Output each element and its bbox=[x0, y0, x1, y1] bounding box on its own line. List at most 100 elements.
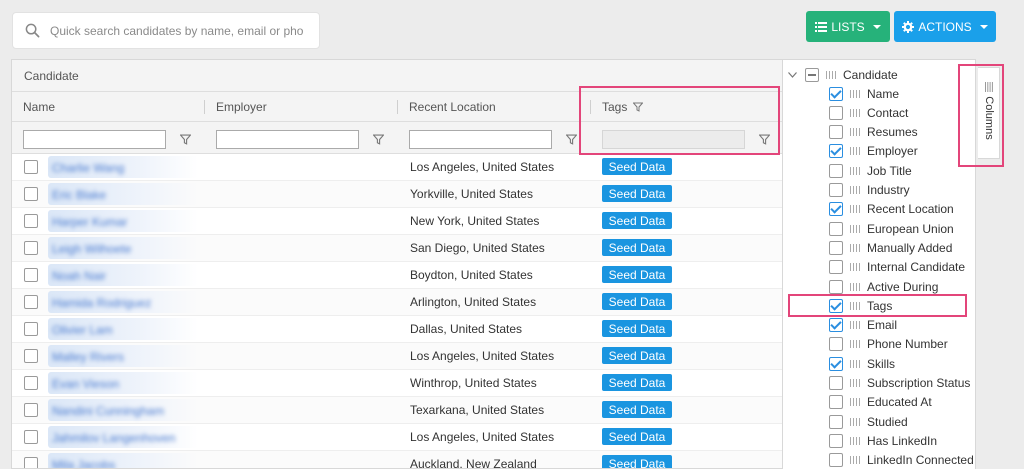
column-header-recent-location[interactable]: Recent Location bbox=[398, 92, 591, 122]
select-all-checkbox[interactable] bbox=[805, 67, 819, 82]
column-header-employer[interactable]: Employer bbox=[205, 92, 398, 122]
filter-icon[interactable] bbox=[566, 134, 577, 145]
candidate-name-link[interactable]: Harper Kumar bbox=[52, 215, 127, 229]
column-header-tags[interactable]: Tags bbox=[591, 92, 782, 122]
column-checkbox[interactable] bbox=[829, 86, 843, 101]
tag-badge[interactable]: Seed Data bbox=[602, 401, 672, 418]
drag-handle-icon[interactable] bbox=[850, 147, 860, 156]
drag-handle-icon[interactable] bbox=[850, 108, 860, 117]
drag-handle-icon[interactable] bbox=[850, 205, 860, 214]
tag-badge[interactable]: Seed Data bbox=[602, 185, 672, 202]
location-filter-input[interactable] bbox=[409, 130, 552, 149]
candidate-name-link[interactable]: Evan Vieson bbox=[52, 377, 119, 391]
row-checkbox[interactable] bbox=[24, 430, 38, 444]
column-checkbox[interactable] bbox=[829, 376, 843, 390]
candidate-name-link[interactable]: Olivier Lam bbox=[52, 323, 113, 337]
column-checkbox[interactable] bbox=[829, 202, 843, 217]
table-row[interactable]: Nandini Cunningham Texarkana, United Stat… bbox=[12, 397, 782, 424]
tag-badge[interactable]: Seed Data bbox=[602, 158, 672, 175]
drag-handle-icon[interactable] bbox=[850, 301, 860, 310]
panel-root-item[interactable]: Candidate bbox=[788, 65, 898, 84]
column-toggle-item[interactable]: Name bbox=[829, 84, 899, 103]
candidate-name-link[interactable]: Mila Jacobs bbox=[52, 458, 115, 468]
row-checkbox[interactable] bbox=[24, 403, 38, 417]
drag-handle-icon[interactable] bbox=[850, 340, 860, 349]
columns-tab[interactable]: Columns bbox=[978, 67, 1000, 159]
candidate-name-link[interactable]: Noah Nair bbox=[52, 269, 106, 283]
table-row[interactable]: Malley Rivers Los Angeles, United States S… bbox=[12, 343, 782, 370]
drag-handle-icon[interactable] bbox=[850, 398, 860, 407]
tag-badge[interactable]: Seed Data bbox=[602, 239, 672, 256]
tag-badge[interactable]: Seed Data bbox=[602, 266, 672, 283]
tags-filter-input[interactable] bbox=[602, 130, 745, 149]
employer-filter-input[interactable] bbox=[216, 130, 359, 149]
table-row[interactable]: Eric Blake Yorkville, United States Seed D… bbox=[12, 181, 782, 208]
column-checkbox[interactable] bbox=[829, 240, 843, 255]
tag-badge[interactable]: Seed Data bbox=[602, 374, 672, 391]
table-row[interactable]: Leigh Wilhoete San Diego, United States Se… bbox=[12, 235, 782, 262]
column-checkbox[interactable] bbox=[829, 105, 843, 120]
column-toggle-item[interactable]: LinkedIn Connected bbox=[829, 451, 974, 469]
column-checkbox[interactable] bbox=[829, 453, 843, 468]
row-checkbox[interactable] bbox=[24, 376, 38, 390]
candidate-name-link[interactable]: Charlie Wang bbox=[52, 161, 124, 175]
tag-badge[interactable]: Seed Data bbox=[602, 320, 672, 337]
drag-handle-icon[interactable] bbox=[850, 282, 860, 291]
table-row[interactable]: Noah Nair Boydton, United States Seed Data bbox=[12, 262, 782, 289]
row-checkbox[interactable] bbox=[24, 187, 38, 201]
drag-handle-icon[interactable] bbox=[850, 379, 860, 387]
column-checkbox[interactable] bbox=[829, 221, 843, 236]
candidate-name-link[interactable]: Jahmilov Langenhoven bbox=[52, 431, 175, 445]
column-checkbox[interactable] bbox=[829, 433, 843, 448]
drag-handle-icon[interactable] bbox=[850, 456, 860, 465]
column-toggle-item[interactable]: Has LinkedIn bbox=[829, 431, 937, 450]
column-checkbox[interactable] bbox=[829, 260, 843, 275]
row-checkbox[interactable] bbox=[24, 349, 38, 363]
column-toggle-item[interactable]: Recent Location bbox=[829, 200, 954, 219]
column-toggle-item[interactable]: Subscription Status bbox=[829, 374, 970, 393]
row-checkbox[interactable] bbox=[24, 160, 38, 174]
tag-badge[interactable]: Seed Data bbox=[602, 293, 672, 310]
tag-badge[interactable]: Seed Data bbox=[602, 347, 672, 364]
drag-handle-icon[interactable] bbox=[850, 224, 860, 233]
candidate-name-link[interactable]: Nandini Cunningham bbox=[52, 404, 164, 418]
column-checkbox[interactable] bbox=[829, 183, 843, 197]
drag-handle-icon[interactable] bbox=[850, 321, 860, 330]
column-toggle-item[interactable]: Educated At bbox=[829, 393, 932, 412]
column-checkbox[interactable] bbox=[829, 163, 843, 178]
search-input[interactable] bbox=[50, 23, 312, 38]
table-row[interactable]: Charlie Wang Los Angeles, United States Se… bbox=[12, 154, 782, 181]
row-checkbox[interactable] bbox=[24, 322, 38, 336]
column-toggle-item[interactable]: Email bbox=[829, 316, 897, 335]
table-row[interactable]: Jahmilov Langenhoven Los Angeles, United … bbox=[12, 424, 782, 451]
drag-handle-icon[interactable] bbox=[850, 436, 860, 445]
column-checkbox[interactable] bbox=[829, 414, 843, 429]
search-box[interactable] bbox=[12, 12, 320, 49]
filter-icon[interactable] bbox=[373, 134, 384, 145]
column-toggle-item[interactable]: Manually Added bbox=[829, 238, 952, 257]
drag-handle-icon[interactable] bbox=[850, 359, 860, 368]
table-row[interactable]: Harper Kumar New York, United States Seed … bbox=[12, 208, 782, 235]
name-filter-input[interactable] bbox=[23, 130, 166, 149]
candidate-name-link[interactable]: Malley Rivers bbox=[52, 350, 124, 364]
filter-icon[interactable] bbox=[759, 134, 770, 145]
column-checkbox[interactable] bbox=[829, 144, 843, 159]
column-checkbox[interactable] bbox=[829, 318, 843, 333]
column-checkbox[interactable] bbox=[829, 356, 843, 371]
column-toggle-item[interactable]: Phone Number bbox=[829, 335, 948, 354]
drag-handle-icon[interactable] bbox=[850, 186, 860, 194]
drag-handle-icon[interactable] bbox=[850, 89, 860, 98]
actions-button[interactable]: ACTIONS bbox=[894, 11, 996, 42]
table-row[interactable]: Evan Vieson Winthrop, United States Seed D… bbox=[12, 370, 782, 397]
tag-badge[interactable]: Seed Data bbox=[602, 428, 672, 445]
column-toggle-item[interactable]: Contact bbox=[829, 103, 908, 122]
column-toggle-item[interactable]: Job Title bbox=[829, 161, 912, 180]
tag-badge[interactable]: Seed Data bbox=[602, 455, 672, 468]
column-toggle-item[interactable]: Internal Candidate bbox=[829, 258, 965, 277]
table-row[interactable]: Olivier Lam Dallas, United States Seed Dat… bbox=[12, 316, 782, 343]
column-toggle-item[interactable]: Tags bbox=[829, 296, 892, 315]
table-row[interactable]: Mila Jacobs Auckland, New Zealand Seed Dat… bbox=[12, 451, 782, 468]
column-toggle-item[interactable]: Studied bbox=[829, 412, 908, 431]
column-checkbox[interactable] bbox=[829, 337, 843, 352]
column-toggle-item[interactable]: Employer bbox=[829, 142, 918, 161]
